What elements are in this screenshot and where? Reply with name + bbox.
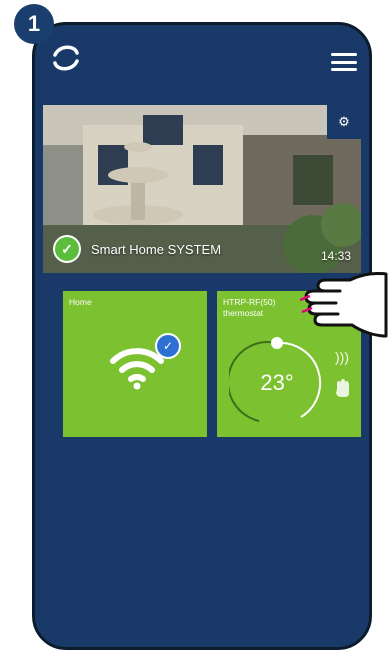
heat-waves-icon: ))) [335, 349, 349, 365]
tile-thermostat-label: HTRP-RF(50) thermostat [223, 297, 275, 319]
hand-icon [336, 379, 349, 397]
thermostat-type: thermostat [223, 308, 264, 318]
connected-check-icon: ✓ [155, 333, 181, 359]
tile-home[interactable]: Home ✓ [63, 291, 207, 437]
app-top-bar [35, 25, 369, 85]
current-temperature: 23° [260, 370, 294, 395]
banner-time: 14:33 [320, 249, 351, 263]
salus-logo-icon[interactable] [49, 41, 83, 75]
check-icon: ✓ [53, 235, 81, 263]
tile-home-label: Home [69, 297, 92, 307]
step-number-badge: 1 [14, 4, 54, 44]
smart-home-banner[interactable]: ⚙ ✓ Smart Home SYSTEM 14:33 [43, 105, 361, 273]
banner-title-row: ✓ Smart Home SYSTEM [53, 235, 221, 263]
thermostat-model: HTRP-RF(50) [223, 297, 276, 307]
hamburger-menu-icon[interactable] [331, 53, 357, 71]
system-title: Smart Home SYSTEM [91, 241, 222, 257]
settings-gear-icon[interactable]: ⚙ [327, 105, 361, 139]
pointing-hand-icon [300, 272, 388, 338]
